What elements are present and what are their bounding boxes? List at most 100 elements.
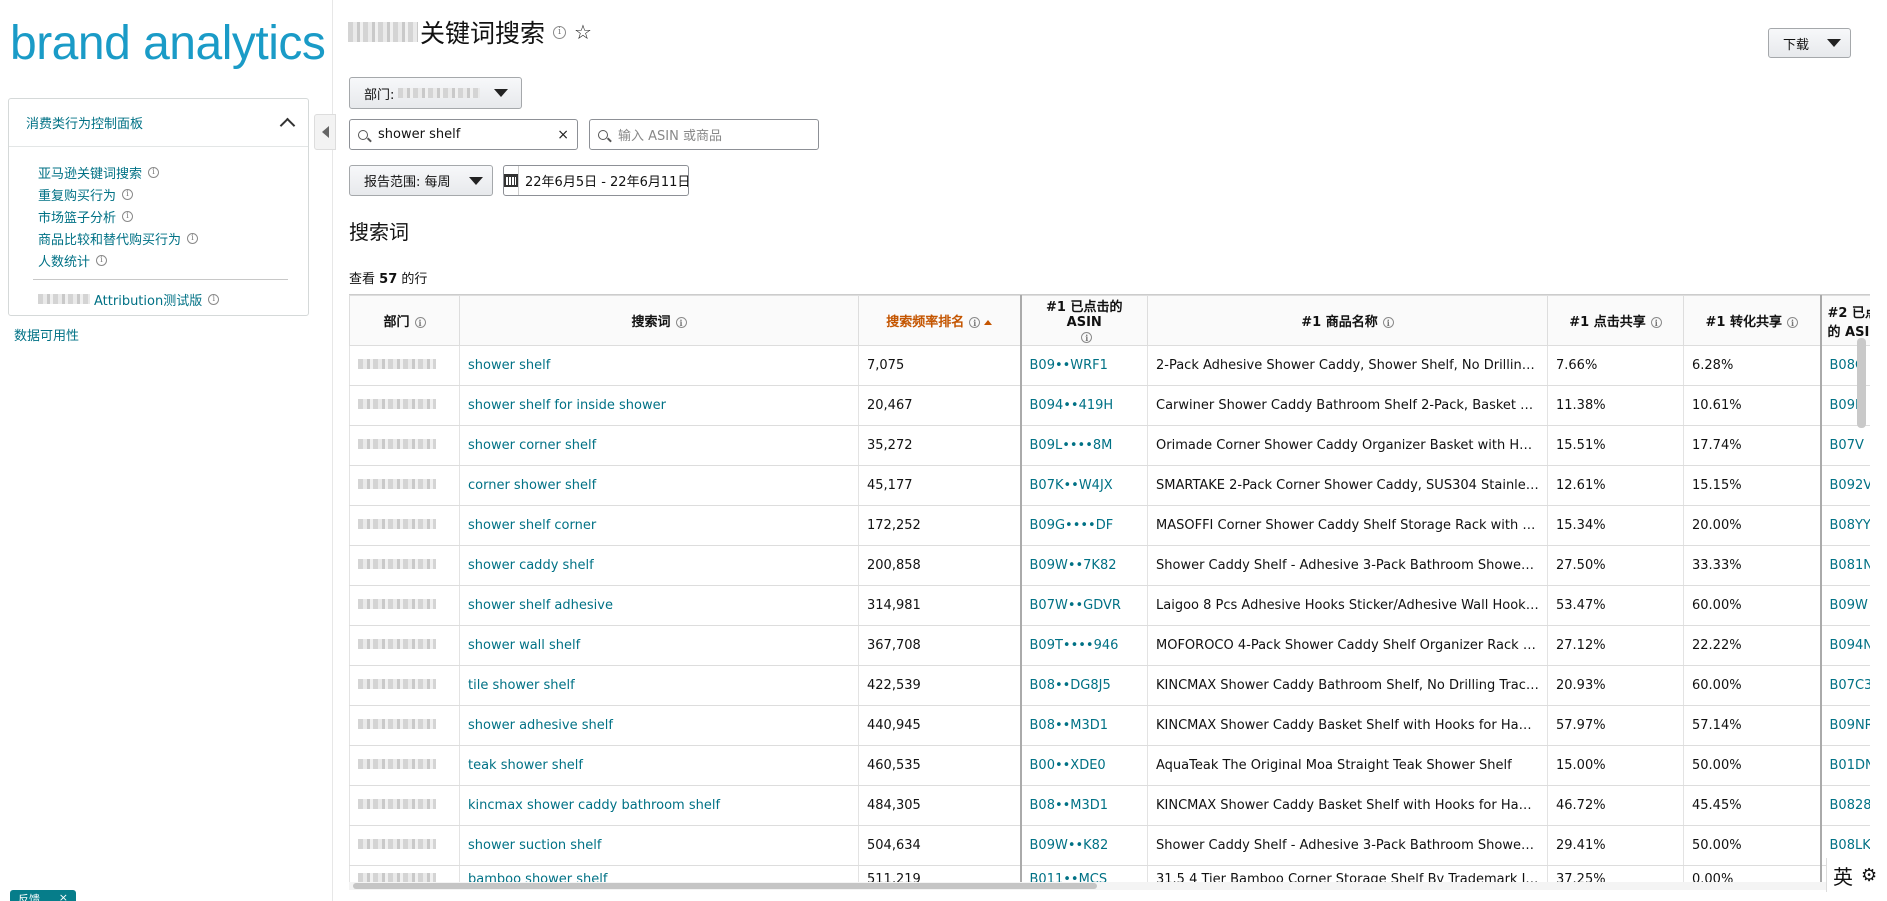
sidebar-item-market-basket[interactable]: 市场篮子分析 i — [38, 205, 308, 227]
sidebar-item-keyword-search[interactable]: 亚马逊关键词搜索 i — [38, 161, 308, 183]
data-availability-link[interactable]: 数据可用性 — [14, 325, 79, 344]
search-term-link[interactable]: teak shower shelf — [459, 745, 859, 786]
search-term-link[interactable]: shower corner shelf — [459, 425, 859, 466]
column-header-search-term[interactable]: 搜索词 i — [459, 295, 859, 346]
caret-left-icon — [321, 126, 329, 138]
info-icon[interactable]: i — [122, 210, 134, 222]
search-term-link[interactable]: shower wall shelf — [459, 625, 859, 666]
search-rank-cell: 460,535 — [858, 745, 1021, 786]
date-range-picker[interactable]: 22年6月5日 - 22年6月11日 — [503, 165, 689, 196]
info-icon[interactable]: i — [187, 232, 199, 244]
chevron-up-icon[interactable] — [279, 117, 296, 133]
asin-link[interactable]: B00••XDE0 — [1019, 745, 1148, 786]
search-term-link[interactable]: shower adhesive shelf — [459, 705, 859, 746]
info-icon[interactable]: i — [414, 317, 426, 328]
search-term-link[interactable]: tile shower shelf — [459, 665, 859, 706]
redacted-text — [348, 22, 418, 42]
asin-link[interactable]: B09••WRF1 — [1019, 345, 1148, 386]
info-icon[interactable]: i — [96, 254, 108, 266]
asin-link[interactable]: B09L••••8M — [1019, 425, 1148, 466]
sidebar-item-demographics[interactable]: 人数统计 i — [38, 249, 308, 271]
asin2-link[interactable]: B09W — [1819, 585, 1870, 626]
conversion-share-cell: 15.15% — [1683, 465, 1821, 506]
search-term-link[interactable]: corner shower shelf — [459, 465, 859, 506]
search-term-link[interactable]: shower shelf — [459, 345, 859, 386]
info-icon[interactable]: i — [1382, 317, 1394, 328]
search-term-link[interactable]: shower shelf corner — [459, 505, 859, 546]
asin2-link[interactable]: B08YY — [1819, 505, 1870, 546]
search-term-link[interactable]: shower suction shelf — [459, 825, 859, 866]
info-icon[interactable]: i — [969, 317, 981, 328]
asin2-link[interactable]: B092V — [1819, 465, 1870, 506]
gear-icon[interactable]: ⚙ — [1861, 865, 1877, 886]
column-header-asin1[interactable]: #1 已点击的 ASIN i — [1019, 295, 1148, 346]
search-rank-cell: 7,075 — [858, 345, 1021, 386]
asin2-link[interactable]: B081N — [1819, 545, 1870, 586]
search-rank-cell: 504,634 — [858, 825, 1021, 866]
asin-link[interactable]: B09W••K82 — [1019, 825, 1148, 866]
info-icon[interactable]: i — [553, 25, 567, 39]
table-row: shower shelf corner 172,252 B09G••••DF MASO… — [349, 505, 1870, 546]
sidebar-item-repeat-purchase[interactable]: 重复购买行为 i — [38, 183, 308, 205]
column-header-click-share1[interactable]: #1 点击共享 i — [1547, 295, 1684, 346]
table-row: tile shower shelf 422,539 B08••DG8J5 KINCMA… — [349, 665, 1870, 706]
close-icon[interactable]: × — [59, 891, 68, 901]
info-icon[interactable]: i — [1786, 317, 1798, 328]
asin-link[interactable]: B08••M3D1 — [1019, 785, 1148, 826]
department-cell — [349, 665, 460, 706]
horizontal-scrollbar[interactable] — [349, 882, 1870, 890]
info-icon[interactable]: i — [675, 317, 687, 328]
asin-link[interactable]: B09G••••DF — [1019, 505, 1148, 546]
table-row: shower adhesive shelf 440,945 B08••M3D1 KIN… — [349, 705, 1870, 746]
column-header-product1[interactable]: #1 商品名称 i — [1147, 295, 1548, 346]
column-header-department[interactable]: 部门 i — [349, 295, 460, 346]
conversion-share-cell: 57.14% — [1683, 705, 1821, 746]
search-term-link[interactable]: shower shelf for inside shower — [459, 385, 859, 426]
search-term-link[interactable]: bamboo shower shelf — [459, 865, 859, 882]
asin-link[interactable]: B07W••GDVR — [1019, 585, 1148, 626]
ime-indicator[interactable]: 英 ⚙ — [1826, 858, 1887, 892]
search-term-link[interactable]: shower caddy shelf — [459, 545, 859, 586]
panel-header[interactable]: 消费类行为控制面板 — [9, 99, 308, 147]
table-row: shower caddy shelf 200,858 B09W••7K82 Showe… — [349, 545, 1870, 586]
info-icon[interactable]: i — [122, 188, 134, 200]
column-header-search-rank[interactable]: 搜索频率排名 i — [858, 295, 1021, 346]
feedback-button[interactable]: 反馈 × — [10, 890, 76, 901]
sidebar-item-attribution[interactable]: Attribution测试版 i — [38, 288, 308, 310]
asin2-link[interactable]: B0828 — [1819, 785, 1870, 826]
scrollbar-thumb[interactable] — [353, 883, 1097, 889]
asin-search-input[interactable]: 输入 ASIN 或商品 — [589, 119, 819, 150]
clear-icon[interactable]: × — [557, 127, 569, 143]
asin-link[interactable]: B011••MCS — [1019, 865, 1148, 882]
sidebar-item-item-comparison[interactable]: 商品比较和替代购买行为 i — [38, 227, 308, 249]
asin2-link[interactable]: B01DN — [1819, 745, 1870, 786]
search-term-link[interactable]: kincmax shower caddy bathroom shelf — [459, 785, 859, 826]
download-button[interactable]: 下载 — [1768, 28, 1851, 58]
asin-link[interactable]: B09T••••946 — [1019, 625, 1148, 666]
collapse-sidebar-button[interactable] — [314, 114, 336, 150]
department-cell — [349, 585, 460, 626]
info-icon[interactable]: i — [1650, 317, 1662, 328]
asin2-link[interactable]: B094N — [1819, 625, 1870, 666]
info-icon[interactable]: i — [208, 293, 220, 305]
calendar-button[interactable] — [504, 166, 519, 195]
info-icon[interactable]: i — [148, 166, 160, 178]
report-range-dropdown[interactable]: 报告范围: 每周 — [349, 165, 493, 196]
table-row: bamboo shower shelf 511,219 B011••MCS 31.5 … — [349, 865, 1870, 882]
department-dropdown[interactable]: 部门: — [349, 77, 522, 109]
keyword-search-input[interactable]: shower shelf × — [349, 119, 578, 150]
info-icon[interactable]: i — [1081, 332, 1093, 343]
asin-link[interactable]: B09W••7K82 — [1019, 545, 1148, 586]
vertical-scrollbar[interactable] — [1857, 338, 1866, 428]
search-rank-cell: 35,272 — [858, 425, 1021, 466]
column-header-conversion-share1[interactable]: #1 转化共享 i — [1683, 295, 1821, 346]
search-term-link[interactable]: shower shelf adhesive — [459, 585, 859, 626]
asin2-link[interactable]: B09NR — [1819, 705, 1870, 746]
asin-link[interactable]: B08••DG8J5 — [1019, 665, 1148, 706]
asin-link[interactable]: B07K••W4JX — [1019, 465, 1148, 506]
asin2-link[interactable]: B07V — [1819, 425, 1870, 466]
star-icon[interactable]: ☆ — [574, 20, 592, 44]
asin-link[interactable]: B08••M3D1 — [1019, 705, 1148, 746]
asin2-link[interactable]: B07C3 — [1819, 665, 1870, 706]
asin-link[interactable]: B094••419H — [1019, 385, 1148, 426]
